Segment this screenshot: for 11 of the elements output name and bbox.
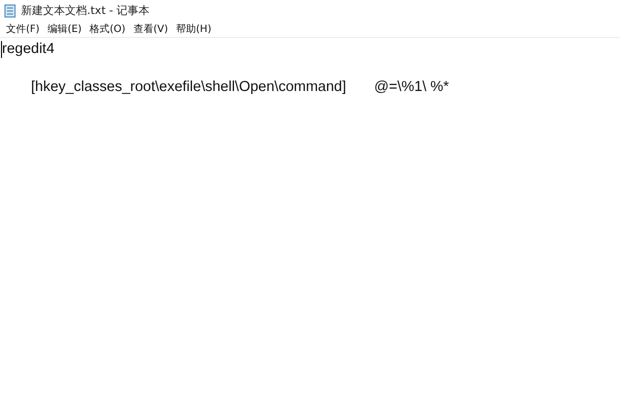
menu-item[interactable]: 帮助(H) bbox=[174, 22, 218, 37]
menu-item[interactable]: 编辑(E) bbox=[46, 22, 88, 37]
notepad-icon bbox=[4, 4, 16, 18]
text-cursor bbox=[1, 41, 2, 58]
text-line: [hkey_classes_root\exefile\shell\Open\command] bbox=[31, 78, 346, 97]
window-title: 新建文本文档.txt - 记事本 bbox=[21, 2, 150, 19]
text-line: regedit4 bbox=[2, 40, 54, 59]
menu-item[interactable]: 查看(V) bbox=[131, 22, 174, 37]
text-line: @=\%1\ %* bbox=[374, 78, 449, 97]
menu-item[interactable]: 文件(F) bbox=[4, 22, 46, 37]
menu-item[interactable]: 格式(O) bbox=[88, 22, 132, 37]
